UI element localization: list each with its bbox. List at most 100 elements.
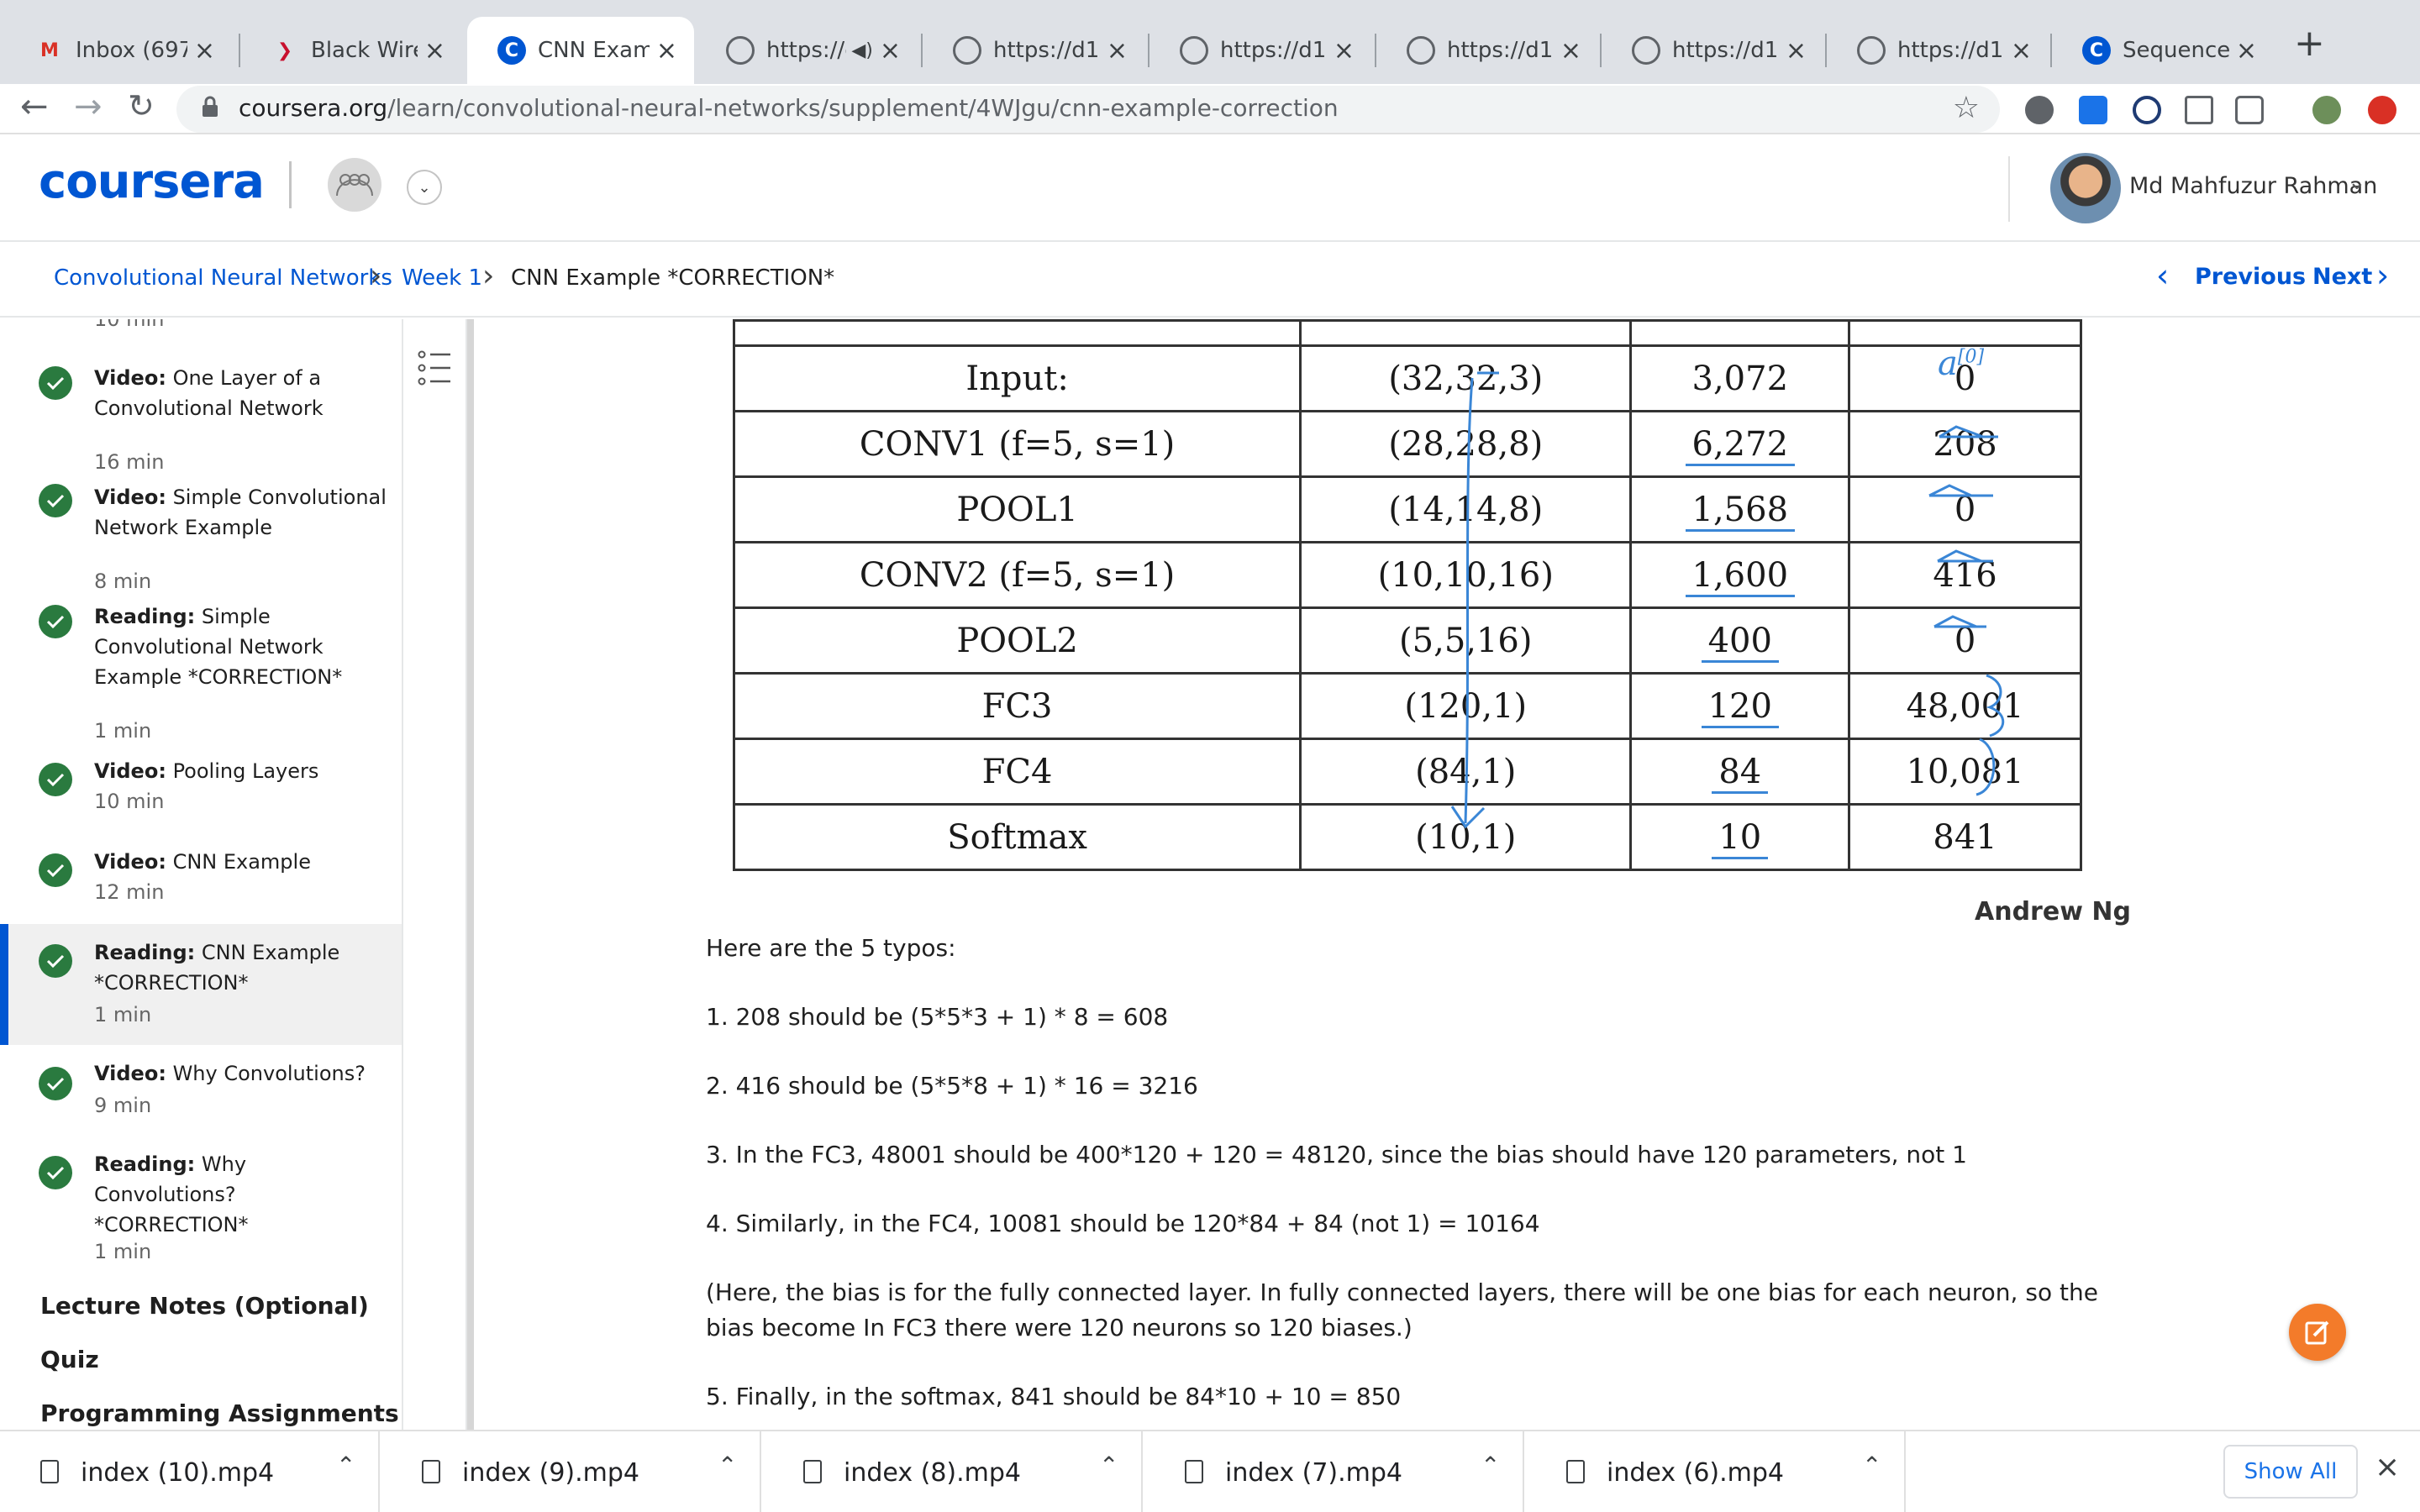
show-all-button[interactable]: Show All	[2223, 1445, 2358, 1499]
update-icon[interactable]	[2368, 96, 2396, 124]
close-icon[interactable]: ×	[2236, 36, 2257, 66]
browser-tab[interactable]: ❯ Black Wirele ×	[240, 17, 462, 84]
globe-icon	[953, 36, 981, 65]
section-programming-assignments[interactable]: Programming Assignments	[40, 1399, 399, 1427]
next-button[interactable]: Next	[2312, 264, 2372, 290]
extension-icon[interactable]	[2235, 96, 2264, 124]
back-arrow-icon[interactable]: ←	[20, 87, 49, 126]
download-item[interactable]: index (8).mp4 ⌃	[763, 1431, 1143, 1512]
chevron-up-icon[interactable]: ⌃	[718, 1452, 737, 1479]
tab-title: Inbox (697)	[76, 38, 187, 63]
breadcrumb: Convolutional Neural Networks › Week 1 ›…	[0, 244, 2420, 318]
breadcrumb-course-link[interactable]: Convolutional Neural Networks	[54, 265, 392, 291]
reading-content: Input: (32,32,3) 3,072 0 CONV1 (f=5, s=1…	[476, 319, 2420, 1430]
browser-tab[interactable]: https://d18k ×	[1150, 17, 1371, 84]
browser-tab[interactable]: https://d ◀) ×	[696, 17, 918, 84]
browser-tab[interactable]: https://d18k ×	[1376, 17, 1598, 84]
avatar[interactable]	[2050, 153, 2121, 223]
chevron-down-icon[interactable]: ⌄	[2348, 170, 2366, 195]
sidebar-item[interactable]: Video: CNN Example 12 min	[0, 835, 402, 922]
chevron-up-icon[interactable]: ⌃	[336, 1452, 355, 1479]
chevron-left-icon[interactable]: ‹	[2156, 257, 2169, 294]
item-duration: 12 min	[94, 880, 165, 904]
coursera-logo[interactable]: coursera	[39, 155, 265, 209]
extension-icon[interactable]	[2079, 96, 2107, 124]
check-icon	[39, 944, 72, 978]
browser-toolbar: ← → ↻ coursera.org/learn/convolutional-n…	[0, 84, 2420, 134]
sidebar-item-label: Video: Why Convolutions?	[94, 1062, 366, 1085]
sidebar-item[interactable]: Reading: Why Convolutions? *CORRECTION* …	[0, 1139, 402, 1263]
close-icon[interactable]: ×	[424, 36, 445, 66]
extension-icon[interactable]	[2025, 96, 2054, 124]
item-duration: 1 min	[94, 719, 152, 743]
browser-tab[interactable]: https://d18k ×	[923, 17, 1144, 84]
browser-tab[interactable]: https://d18k ×	[1827, 17, 2049, 84]
close-icon[interactable]: ×	[880, 36, 901, 66]
reading-paragraph: 3. In the FC3, 48001 should be 400*120 +…	[706, 1141, 1967, 1168]
reading-paragraph: (Here, the bias is for the fully connect…	[706, 1278, 2098, 1341]
close-icon[interactable]: ×	[1560, 36, 1581, 66]
browser-tab[interactable]: https://d18k ×	[1602, 17, 1823, 84]
profile-avatar-icon[interactable]	[2312, 96, 2341, 124]
gmail-icon: M	[40, 39, 59, 61]
sidebar-item[interactable]: Video: Simple Convolutional Network Exam…	[0, 462, 402, 593]
tab-title: CNN Exampl	[538, 38, 650, 63]
close-icon[interactable]: ×	[194, 36, 215, 66]
item-duration: 1 min	[94, 1003, 152, 1026]
sidebar-item[interactable]: Video: Why Convolutions? 9 min	[0, 1048, 402, 1136]
edit-note-icon[interactable]	[2289, 1304, 2346, 1361]
chevron-down-icon[interactable]: ⌄	[407, 170, 442, 205]
header-divider	[2008, 156, 2010, 222]
reading-paragraph: 5. Finally, in the softmax, 841 should b…	[706, 1383, 1402, 1410]
downloads-bar: index (10).mp4 ⌃ index (9).mp4 ⌃ index (…	[0, 1430, 2420, 1512]
clock-extension-icon[interactable]	[2133, 96, 2161, 124]
close-icon[interactable]: ×	[656, 36, 677, 66]
download-filename: index (6).mp4	[1607, 1458, 1784, 1488]
user-name[interactable]: Md Mahfuzur Rahman	[2129, 173, 2377, 199]
globe-icon	[726, 36, 755, 65]
item-duration: 1 min	[94, 1240, 152, 1263]
download-item[interactable]: index (9).mp4 ⌃	[381, 1431, 761, 1512]
chevron-up-icon[interactable]: ⌃	[1481, 1452, 1500, 1479]
chevron-right-icon: ›	[482, 259, 495, 293]
browser-tab[interactable]: M Inbox (697) ×	[5, 17, 232, 84]
globe-icon	[1857, 36, 1886, 65]
check-icon	[39, 1156, 72, 1189]
sidebar-item-active[interactable]: Reading: CNN Example *CORRECTION* 1 min	[0, 924, 402, 1045]
lock-icon[interactable]	[202, 96, 218, 118]
download-item[interactable]: index (10).mp4 ⌃	[0, 1431, 380, 1512]
section-lecture-notes[interactable]: Lecture Notes (Optional)	[40, 1292, 369, 1320]
chevron-right-icon[interactable]: ›	[2376, 257, 2389, 294]
bookmark-star-icon[interactable]: ☆	[1953, 91, 1980, 125]
extension-icon[interactable]	[2185, 96, 2213, 124]
breadcrumb-week-link[interactable]: Week 1	[402, 265, 482, 291]
close-icon[interactable]: ×	[2375, 1450, 2400, 1484]
chevron-up-icon[interactable]: ⌃	[1099, 1452, 1118, 1479]
url-text: coursera.org/learn/convolutional-neural-…	[239, 94, 1339, 122]
previous-button[interactable]: Previous	[2195, 264, 2306, 290]
list-outline-icon[interactable]	[417, 344, 454, 395]
forward-arrow-icon[interactable]: →	[74, 87, 103, 126]
learners-icon[interactable]	[328, 158, 381, 212]
close-icon[interactable]: ×	[1786, 36, 1807, 66]
new-tab-button[interactable]: +	[2294, 22, 2325, 65]
browser-tab-active[interactable]: C CNN Exampl ×	[467, 17, 694, 84]
download-item[interactable]: index (6).mp4 ⌃	[1526, 1431, 1906, 1512]
speaker-icon[interactable]: ◀)	[851, 40, 873, 61]
scrollbar[interactable]	[467, 319, 474, 1430]
close-icon[interactable]: ×	[2011, 36, 2032, 66]
address-bar[interactable]: coursera.org/learn/convolutional-neural-…	[176, 86, 2000, 133]
chevron-up-icon[interactable]: ⌃	[1862, 1452, 1881, 1479]
browser-tab[interactable]: C Sequence M ×	[2052, 17, 2274, 84]
sidebar-item[interactable]: Reading: Simple Convolutional Network Ex…	[0, 583, 402, 743]
close-icon[interactable]: ×	[1334, 36, 1355, 66]
reload-icon[interactable]: ↻	[128, 87, 155, 124]
sidebar-item[interactable]: Video: Pooling Layers 10 min	[0, 744, 402, 832]
section-quiz[interactable]: Quiz	[40, 1346, 99, 1373]
reading-paragraph: 1. 208 should be (5*5*3 + 1) * 8 = 608	[706, 1003, 1169, 1031]
download-item[interactable]: index (7).mp4 ⌃	[1144, 1431, 1524, 1512]
close-icon[interactable]: ×	[1107, 36, 1128, 66]
sidebar-item[interactable]: Video: One Layer of a Convolutional Netw…	[0, 343, 402, 474]
check-icon	[39, 484, 72, 517]
sidebar-item-label: Video: One Layer of a Convolutional Netw…	[94, 366, 324, 420]
